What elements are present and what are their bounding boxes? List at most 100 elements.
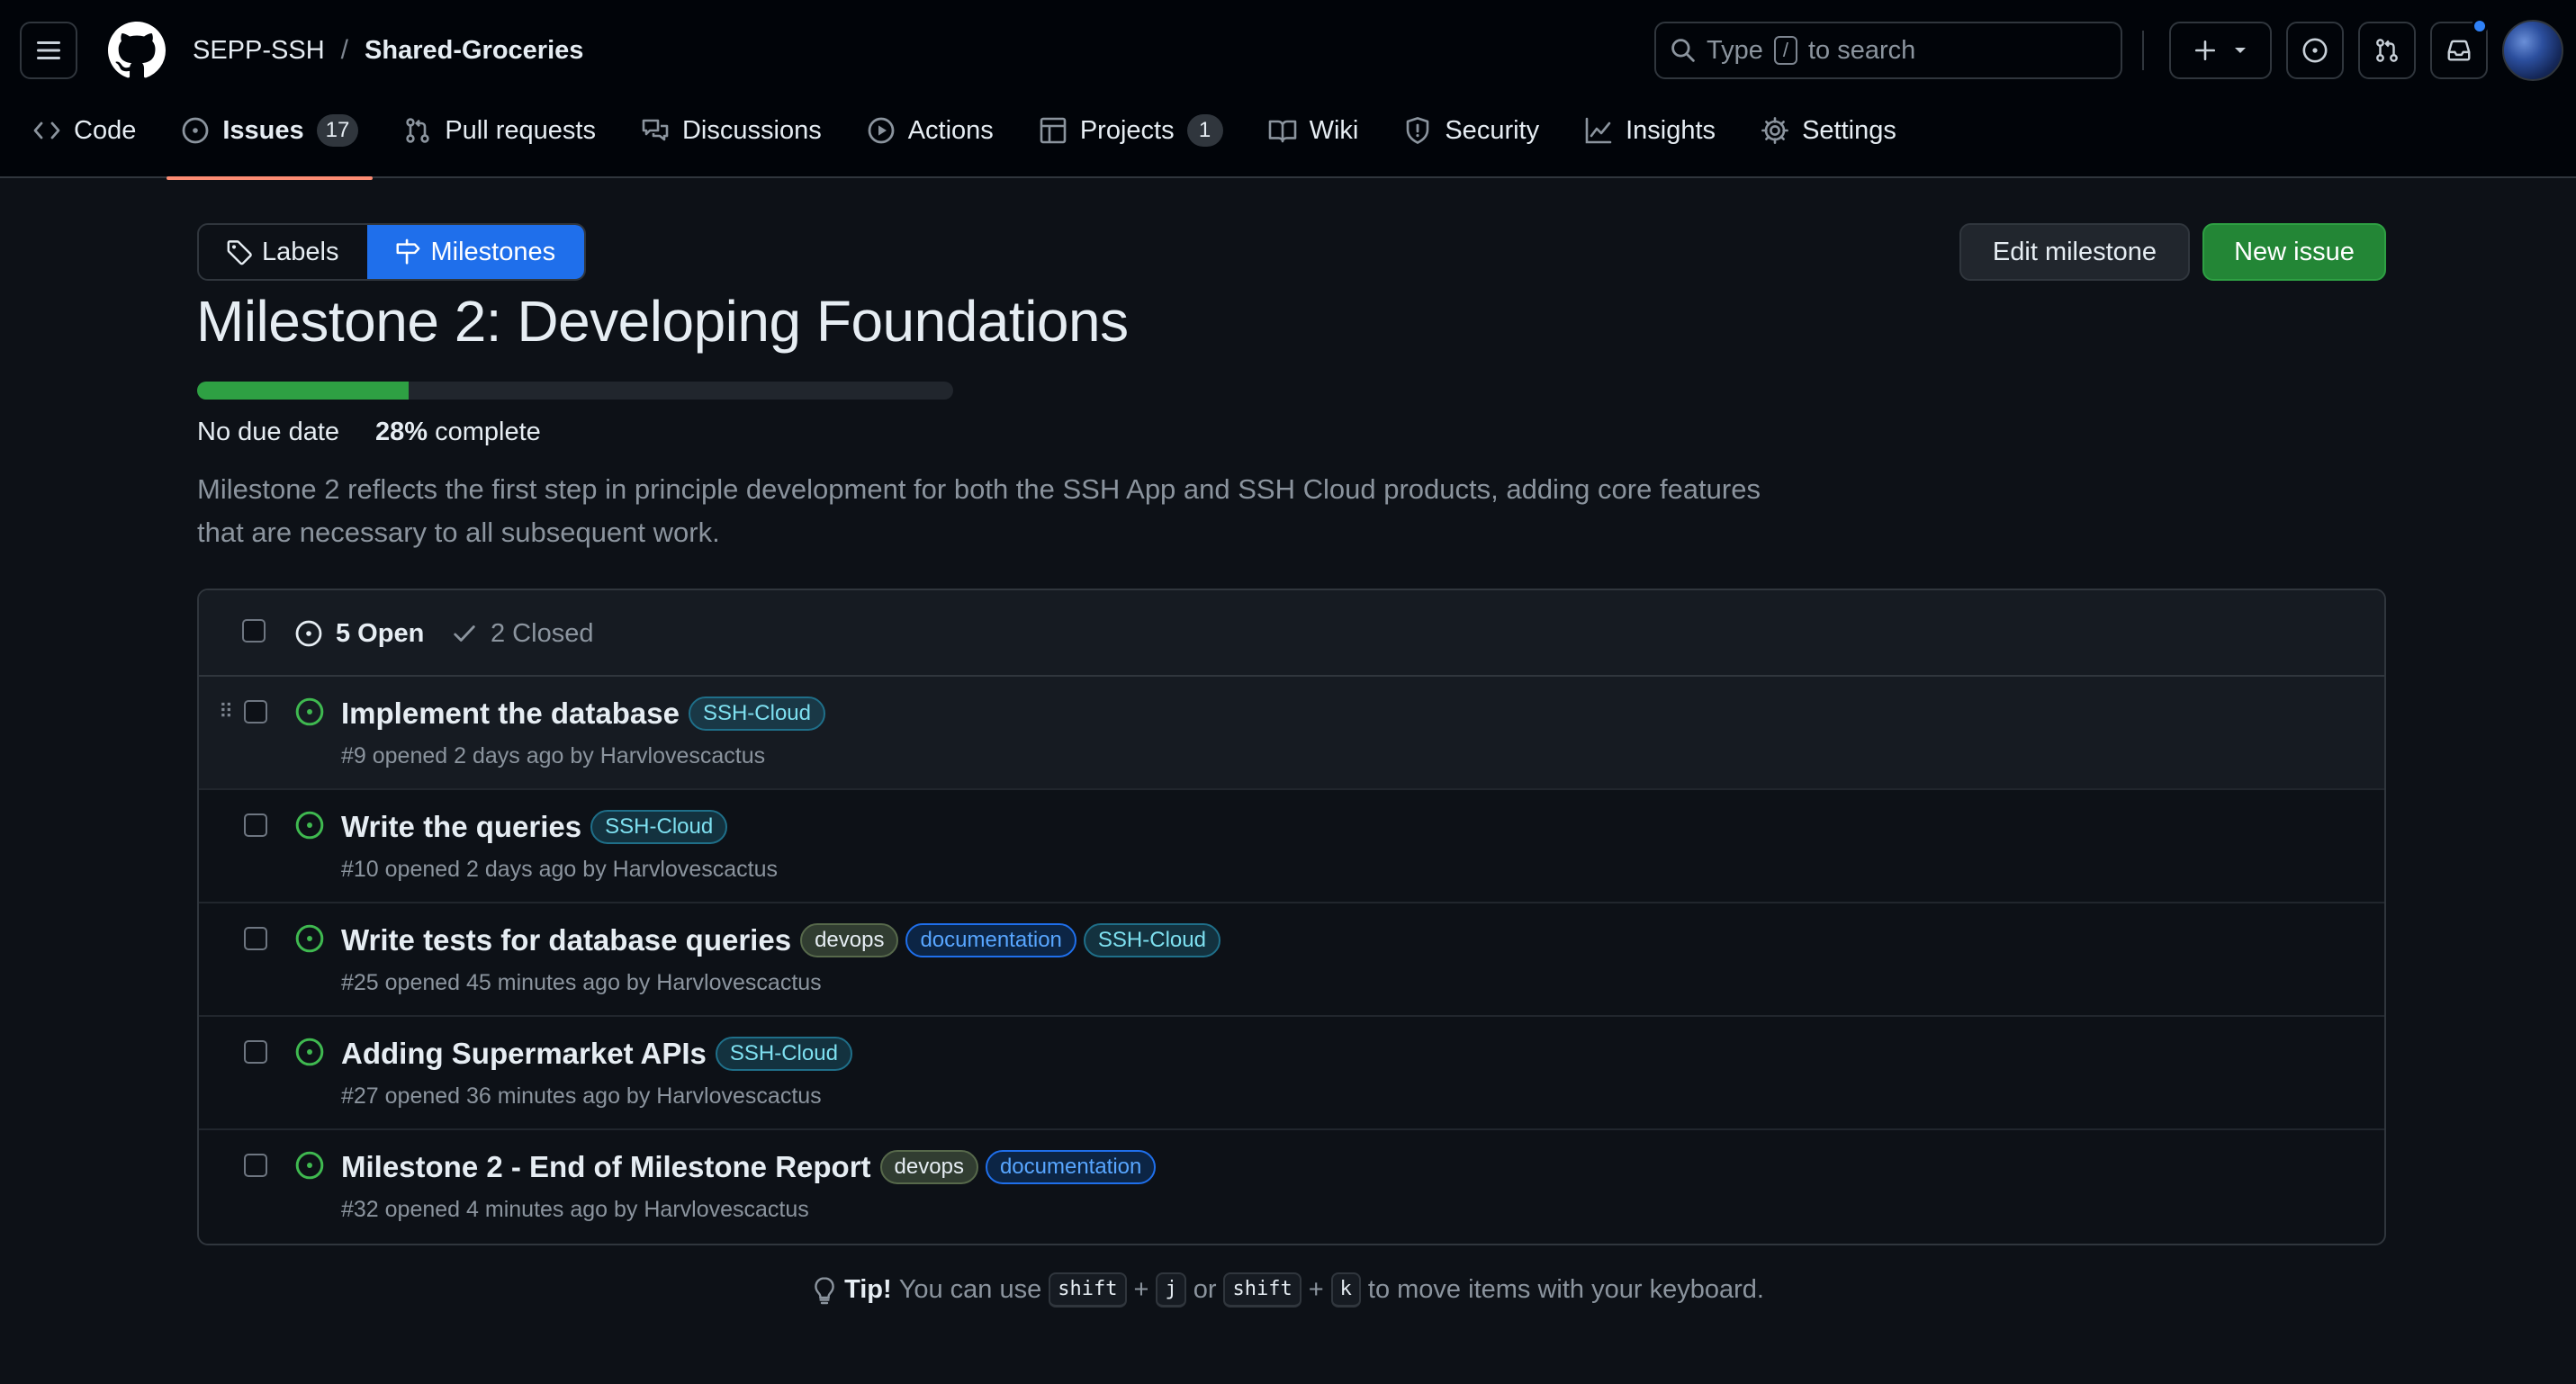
- issue-row[interactable]: Adding Supermarket APIs SSH-Cloud #27 op…: [199, 1017, 2384, 1130]
- git-pull-request-icon: [2376, 39, 2398, 62]
- app-header: SEPP-SSH / Shared-Groceries Type / to se…: [0, 0, 2576, 180]
- top-bar: SEPP-SSH / Shared-Groceries Type / to se…: [0, 0, 2576, 101]
- issue-title-line: Adding Supermarket APIs SSH-Cloud: [341, 1033, 852, 1074]
- issue-checkbox[interactable]: [244, 813, 267, 837]
- create-new-button[interactable]: [2169, 22, 2272, 79]
- milestone-title: Milestone 2: Developing Foundations: [196, 289, 1129, 354]
- open-filter[interactable]: 5 Open: [294, 616, 424, 652]
- milestones-label: Milestones: [430, 237, 556, 266]
- labels-milestones-subnav: Labels Milestones: [197, 223, 587, 281]
- tab-label: Security: [1445, 115, 1540, 145]
- tab-label: Actions: [907, 115, 994, 145]
- issue-row[interactable]: Milestone 2 - End of Milestone Report de…: [199, 1130, 2384, 1244]
- tab-pull-requests[interactable]: Pull requests: [389, 101, 610, 178]
- owner-link[interactable]: SEPP-SSH: [193, 36, 325, 66]
- issue-title-line: Implement the database SSH-Cloud: [341, 693, 825, 734]
- inbox-icon: [2447, 40, 2471, 61]
- plus-icon: [2194, 40, 2216, 61]
- issue-title-link[interactable]: Milestone 2 - End of Milestone Report: [341, 1150, 871, 1184]
- repo-link[interactable]: Shared-Groceries: [365, 36, 583, 66]
- issue-checkbox[interactable]: [244, 927, 267, 950]
- issue-title-link[interactable]: Write tests for database queries: [341, 923, 791, 957]
- label-devops[interactable]: devops: [800, 923, 899, 957]
- issue-title-link[interactable]: Implement the database: [341, 696, 680, 731]
- avatar[interactable]: [2502, 20, 2563, 81]
- kbd-k: k: [1330, 1272, 1361, 1308]
- tip-bold: Tip!: [844, 1275, 892, 1304]
- kbd-shift: shift: [1049, 1272, 1127, 1308]
- notification-dot: [2472, 18, 2488, 34]
- play-icon: [868, 117, 895, 144]
- issue-opened-icon: [295, 1038, 324, 1066]
- search-input[interactable]: Type / to search: [1654, 22, 2122, 79]
- table-icon: [1040, 117, 1067, 144]
- tab-projects[interactable]: Projects 1: [1024, 101, 1238, 178]
- light-bulb-icon: [815, 1276, 834, 1304]
- tab-discussions[interactable]: Discussions: [626, 101, 836, 178]
- check-icon: [454, 625, 475, 642]
- issues-box: 5 Open 2 Closed ⠿ Implement the database…: [197, 589, 2386, 1245]
- issue-title-line: Milestone 2 - End of Milestone Report de…: [341, 1146, 1157, 1188]
- issue-title-line: Write the queries SSH-Cloud: [341, 806, 728, 848]
- closed-count: 2 Closed: [491, 618, 594, 648]
- issue-checkbox[interactable]: [244, 700, 267, 723]
- issue-title-line: Write tests for database queries devops …: [341, 920, 1220, 961]
- issues-button[interactable]: [2286, 22, 2344, 79]
- label-ssh-cloud[interactable]: SSH-Cloud: [688, 696, 825, 731]
- open-count: 5 Open: [336, 618, 425, 648]
- issue-row[interactable]: Write tests for database queries devops …: [199, 903, 2384, 1017]
- issue-opened-icon: [295, 697, 324, 726]
- issue-row[interactable]: ⠿ Implement the database SSH-Cloud #9 op…: [199, 677, 2384, 790]
- due-date: No due date: [197, 418, 340, 446]
- tab-code[interactable]: Code: [18, 101, 150, 178]
- tab-settings[interactable]: Settings: [1746, 101, 1911, 178]
- issue-row[interactable]: Write the queries SSH-Cloud #10 opened 2…: [199, 790, 2384, 903]
- kbd-shift: shift: [1223, 1272, 1302, 1308]
- keyboard-tip: Tip! You can use shift + j or shift + k …: [0, 1272, 2576, 1308]
- tab-security[interactable]: Security: [1389, 101, 1554, 178]
- tab-label: Issues: [222, 115, 304, 145]
- menu-button[interactable]: [20, 22, 77, 79]
- code-icon: [33, 121, 60, 139]
- issue-opened-icon: [295, 811, 324, 840]
- issue-checkbox[interactable]: [244, 1040, 267, 1064]
- milestone-progress-bar: [197, 382, 953, 400]
- github-logo-icon[interactable]: [108, 22, 166, 79]
- tip-text-1: You can use: [898, 1275, 1042, 1304]
- new-issue-button[interactable]: New issue: [2202, 223, 2386, 281]
- tab-insights[interactable]: Insights: [1570, 101, 1730, 178]
- label-documentation[interactable]: documentation: [985, 1150, 1157, 1184]
- labels-label: Labels: [262, 237, 339, 266]
- label-ssh-cloud[interactable]: SSH-Cloud: [590, 810, 728, 844]
- label-ssh-cloud[interactable]: SSH-Cloud: [1083, 923, 1220, 957]
- issue-meta: #32 opened 4 minutes ago by Harvlovescac…: [341, 1197, 809, 1222]
- label-ssh-cloud[interactable]: SSH-Cloud: [715, 1037, 852, 1071]
- select-all-checkbox[interactable]: [242, 619, 266, 643]
- edit-milestone-button[interactable]: Edit milestone: [1959, 223, 2190, 281]
- issue-title-link[interactable]: Write the queries: [341, 810, 581, 844]
- label-documentation[interactable]: documentation: [905, 923, 1076, 957]
- milestone-description: Milestone 2 reflects the first step in p…: [197, 473, 1761, 548]
- closed-filter[interactable]: 2 Closed: [451, 616, 593, 652]
- tip-or: or: [1193, 1275, 1217, 1304]
- tab-issues[interactable]: Issues 17: [167, 101, 374, 180]
- search-placeholder-suffix: to search: [1808, 35, 1916, 65]
- completion-percent: 28%: [375, 418, 428, 446]
- tab-wiki[interactable]: Wiki: [1254, 101, 1374, 178]
- drag-handle-icon[interactable]: ⠿: [219, 702, 233, 722]
- projects-count-badge: 1: [1186, 114, 1223, 147]
- issue-opened-icon: [295, 620, 322, 647]
- header-divider: [2142, 31, 2144, 70]
- pull-requests-button[interactable]: [2358, 22, 2416, 79]
- issue-opened-icon: [295, 924, 324, 953]
- graph-icon: [1585, 117, 1612, 144]
- tip-text-2: to move items with your keyboard.: [1367, 1275, 1764, 1304]
- issue-title-link[interactable]: Adding Supermarket APIs: [341, 1037, 707, 1071]
- milestones-link[interactable]: Milestones: [367, 225, 585, 279]
- tab-label: Code: [74, 115, 137, 145]
- tab-actions[interactable]: Actions: [852, 101, 1008, 178]
- labels-link[interactable]: Labels: [199, 225, 367, 279]
- issue-checkbox[interactable]: [244, 1154, 267, 1177]
- label-devops[interactable]: devops: [879, 1150, 978, 1184]
- issue-meta: #27 opened 36 minutes ago by Harvlovesca…: [341, 1083, 822, 1109]
